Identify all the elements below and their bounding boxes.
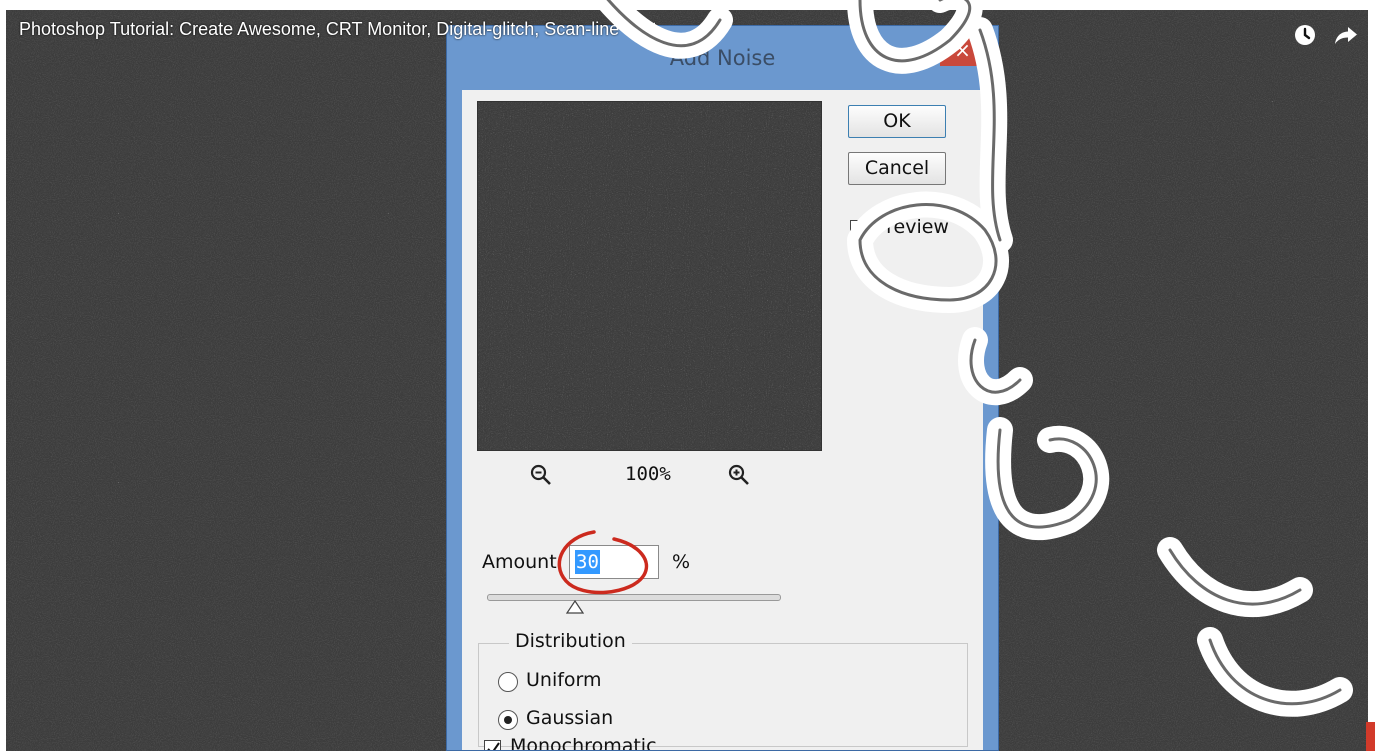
amount-unit: % — [672, 551, 691, 573]
corner-marker — [1366, 722, 1375, 751]
radio-selected-dot — [504, 716, 512, 724]
amount-label: Amount: — [482, 551, 564, 573]
video-title[interactable]: Photoshop Tutorial: Create Awesome, CRT … — [19, 19, 657, 40]
uniform-label[interactable]: Uniform — [526, 669, 602, 691]
checkmark-icon — [487, 742, 500, 750]
amount-slider-thumb[interactable] — [566, 599, 585, 614]
zoom-in-icon[interactable] — [727, 463, 751, 487]
add-noise-dialog: Add Noise × 100% OK Cancel Preview Amoun… — [446, 25, 999, 751]
preview-noise-image — [478, 102, 821, 450]
checkmark-icon — [853, 222, 866, 235]
gaussian-label[interactable]: Gaussian — [526, 707, 613, 729]
dialog-content: 100% OK Cancel Preview Amount: 30 % Dist… — [462, 90, 983, 750]
distribution-group — [478, 643, 968, 747]
cancel-button[interactable]: Cancel — [848, 152, 946, 185]
close-button[interactable]: × — [940, 36, 985, 66]
watch-later-icon[interactable] — [1293, 23, 1317, 47]
preview-checkbox[interactable] — [850, 220, 867, 237]
gaussian-radio[interactable] — [498, 710, 518, 730]
ok-button[interactable]: OK — [848, 105, 946, 138]
amount-input-value[interactable]: 30 — [575, 550, 600, 574]
uniform-radio[interactable] — [498, 672, 518, 692]
dialog-title: Add Noise — [669, 46, 776, 70]
amount-slider-track[interactable] — [487, 594, 781, 601]
noise-preview[interactable] — [477, 101, 822, 451]
zoom-level: 100% — [625, 463, 671, 485]
monochromatic-checkbox[interactable] — [484, 740, 501, 750]
zoom-out-icon[interactable] — [529, 463, 553, 487]
amount-field[interactable]: 30 — [569, 545, 659, 579]
monochromatic-label[interactable]: Monochromatic — [510, 735, 657, 750]
preview-label[interactable]: Preview — [875, 216, 949, 238]
share-icon[interactable] — [1334, 23, 1358, 47]
distribution-legend: Distribution — [509, 630, 632, 652]
